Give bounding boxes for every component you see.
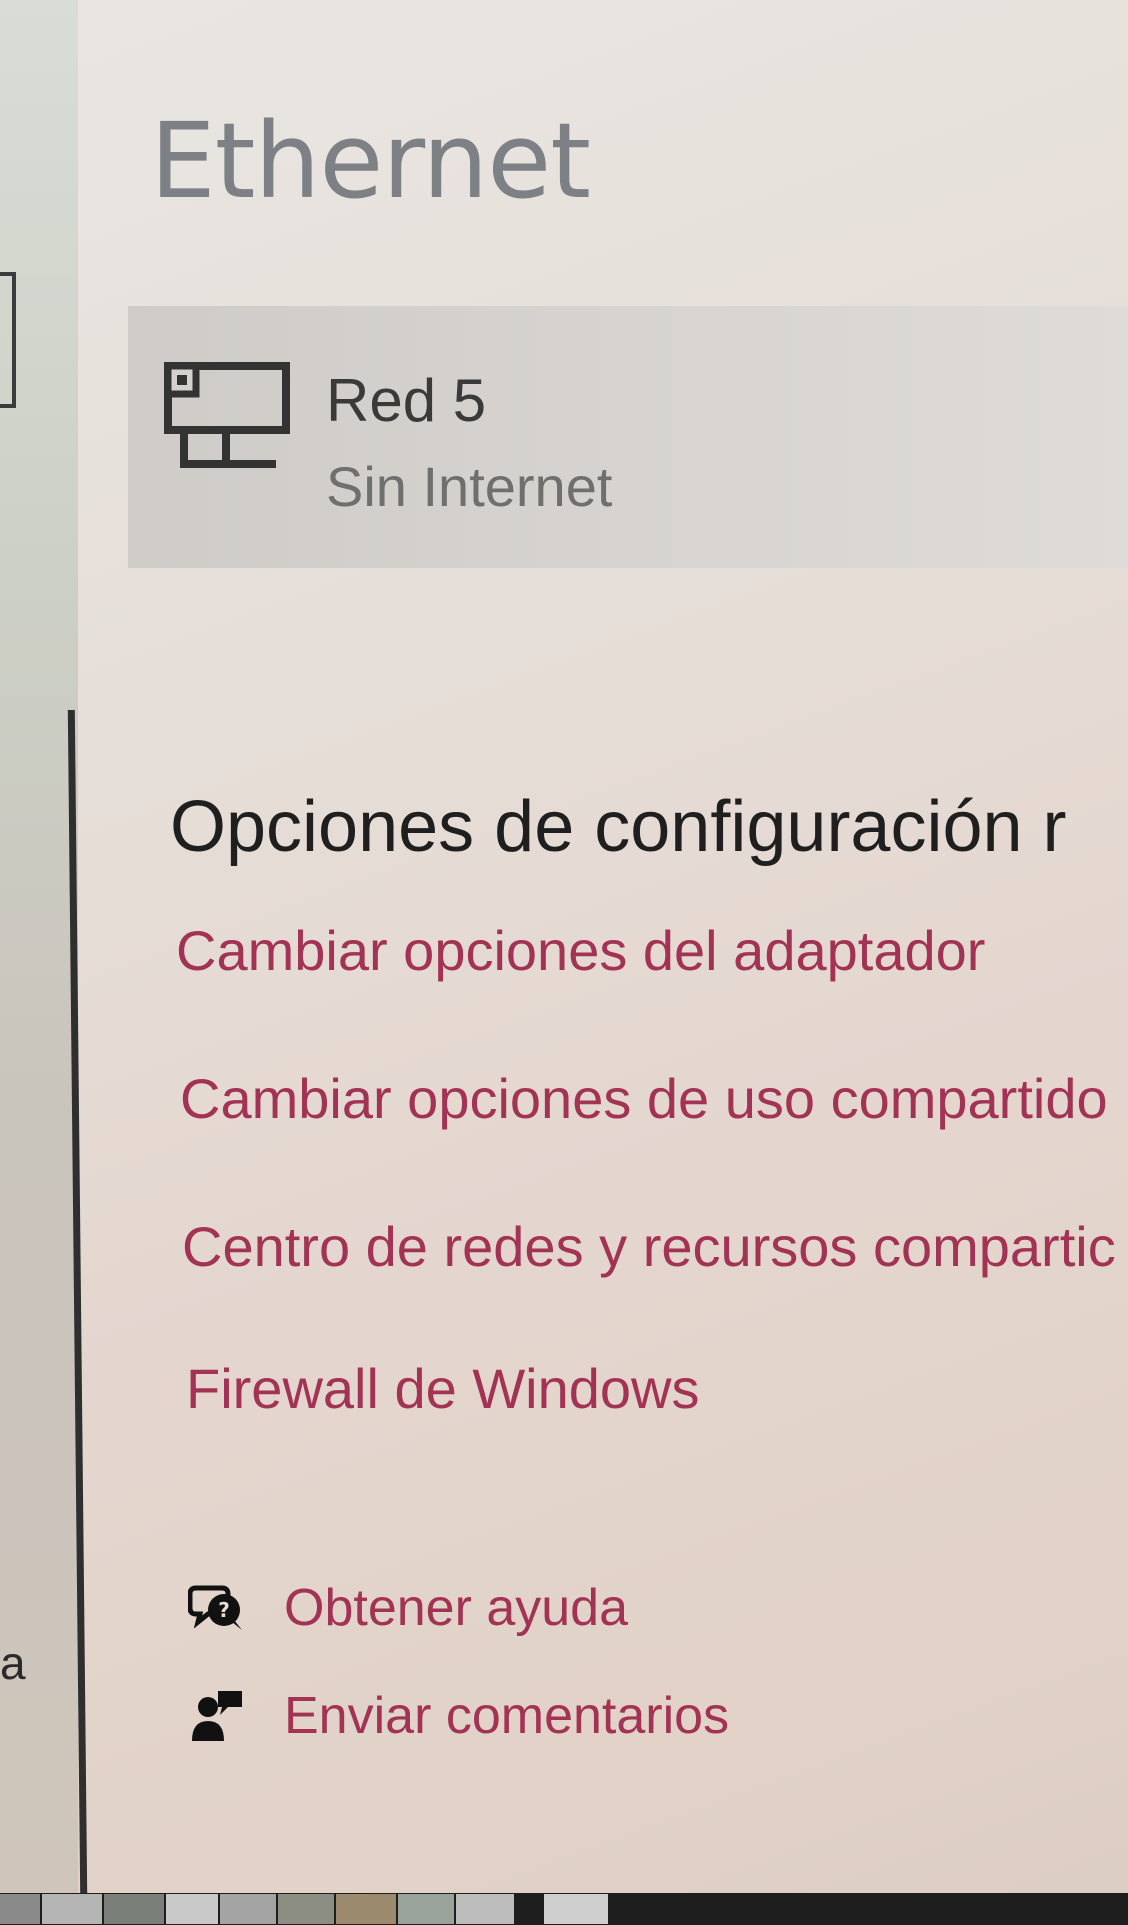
taskbar-thumbnail[interactable]: [166, 1894, 218, 1924]
svg-text:?: ?: [218, 1598, 230, 1622]
network-name: Red 5: [326, 367, 487, 434]
get-help-label: Obtener ayuda: [284, 1579, 629, 1637]
navigation-pane: a: [0, 0, 78, 1893]
change-adapter-options-link[interactable]: Cambiar opciones del adaptador: [176, 918, 985, 983]
taskbar-thumbnail[interactable]: [456, 1894, 514, 1924]
help-chat-icon: ?: [188, 1585, 242, 1630]
taskbar-thumbnail[interactable]: [42, 1894, 102, 1924]
nav-item-partial-label[interactable]: a: [0, 1636, 26, 1690]
send-feedback-link[interactable]: Enviar comentarios: [190, 1686, 729, 1746]
taskbar: [0, 1893, 1128, 1925]
taskbar-thumbnail[interactable]: [398, 1894, 454, 1924]
send-feedback-label: Enviar comentarios: [284, 1687, 730, 1745]
taskbar-thumbnail[interactable]: [544, 1894, 608, 1924]
network-card[interactable]: Red 5 Sin Internet: [128, 306, 1128, 568]
windows-firewall-link[interactable]: Firewall de Windows: [186, 1356, 700, 1421]
related-settings-heading: Opciones de configuración r: [170, 787, 1067, 867]
page-title: Ethernet: [150, 100, 591, 222]
taskbar-thumbnail[interactable]: [104, 1894, 164, 1924]
taskbar-thumbnail[interactable]: [336, 1894, 396, 1924]
nav-selection-box[interactable]: [0, 272, 16, 408]
change-sharing-options-link[interactable]: Cambiar opciones de uso compartido: [180, 1066, 1108, 1131]
taskbar-thumbnail[interactable]: [278, 1894, 334, 1924]
taskbar-thumbnail[interactable]: [220, 1894, 276, 1924]
feedback-person-icon: [192, 1691, 242, 1741]
network-monitor-icon: [164, 362, 290, 468]
taskbar-thumbnail[interactable]: [0, 1894, 40, 1924]
get-help-link[interactable]: ? Obtener ayuda: [188, 1578, 628, 1638]
network-status: Sin Internet: [326, 455, 613, 518]
network-sharing-center-link[interactable]: Centro de redes y recursos compartic: [182, 1214, 1116, 1279]
